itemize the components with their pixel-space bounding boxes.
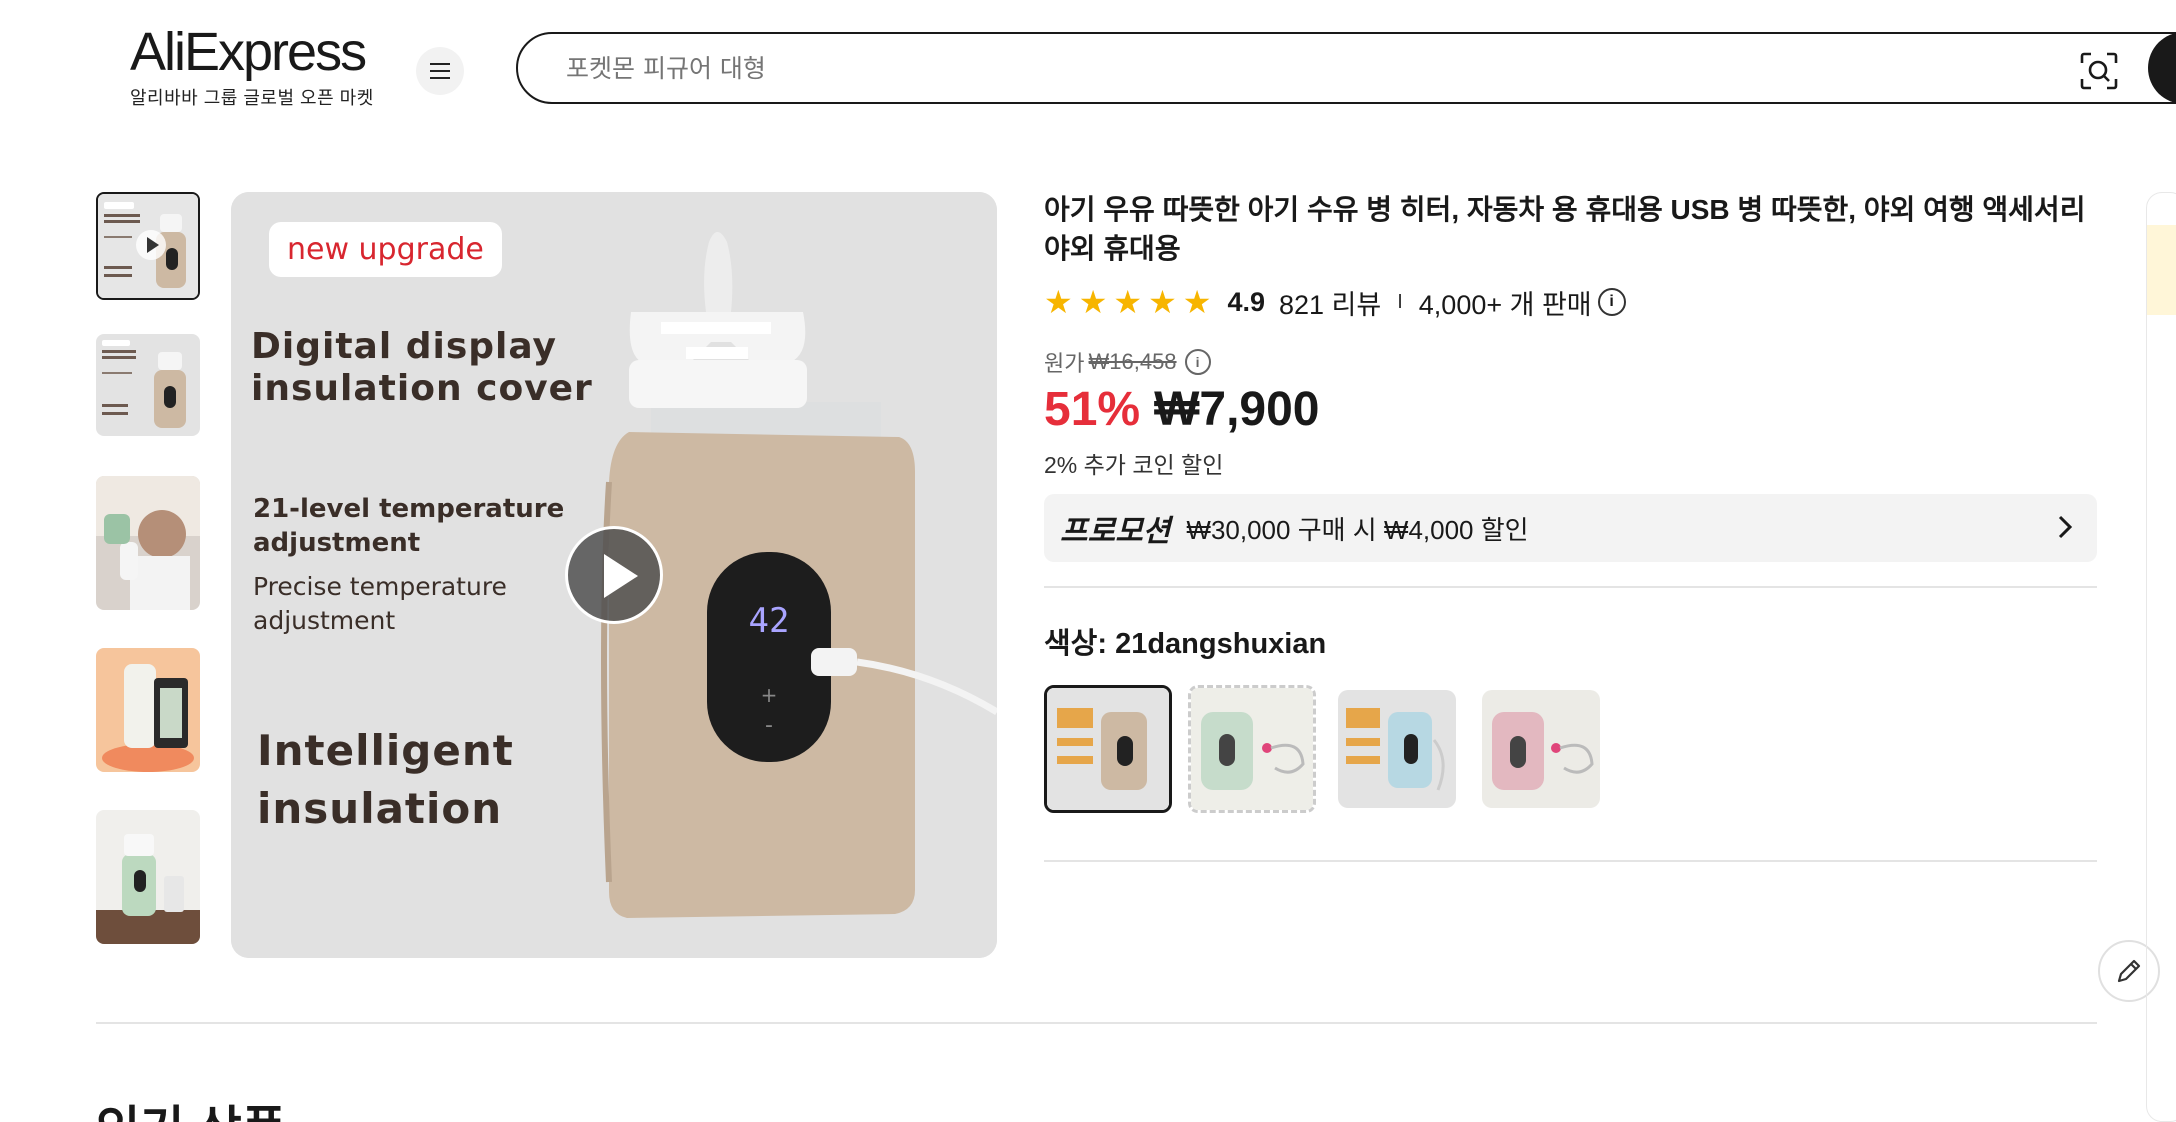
- aliexpress-logo[interactable]: AliExpress 알리바바 그룹 글로벌 오픈 마켓: [130, 22, 374, 110]
- heading-line-1: Digital display: [251, 326, 558, 367]
- section-divider: [96, 1022, 2097, 1024]
- original-price: ₩16,458: [1088, 349, 1177, 374]
- thumbnail-image: [96, 334, 200, 436]
- side-panel-highlight: [2147, 225, 2176, 315]
- rating-row: ★ ★ ★ ★ ★ 4.9 821 리뷰 I 4,000+ 개 판매 i: [1044, 282, 1626, 322]
- star-icon: ★: [1148, 284, 1177, 320]
- side-panel: [2146, 192, 2176, 1122]
- thumbnail-video[interactable]: [96, 192, 200, 300]
- original-price-label: 원가: [1044, 351, 1085, 376]
- rating-score: 4.9: [1227, 286, 1265, 317]
- search-input[interactable]: [566, 48, 1966, 88]
- promotion-banner[interactable]: 프로모션 ₩30,000 구매 시 ₩4,000 할인: [1044, 494, 2097, 562]
- brand-name: AliExpress: [130, 22, 367, 82]
- feature-line-1a: 21-level temperature: [253, 494, 565, 524]
- color-label: 색상: 21dangshuxian: [1044, 628, 1327, 660]
- color-option-image: [1047, 688, 1169, 810]
- hamburger-icon: [430, 63, 450, 65]
- color-option-mint[interactable]: [1188, 685, 1316, 813]
- color-option-image: [1191, 688, 1313, 810]
- star-icon: ★: [1078, 284, 1108, 320]
- thumbnail-3[interactable]: [96, 476, 200, 610]
- review-count-link[interactable]: 821 리뷰: [1279, 283, 1381, 322]
- video-play-icon: [136, 230, 166, 260]
- divider: [1044, 586, 2097, 588]
- star-icon: ★: [1182, 284, 1212, 320]
- thumbnail-image: [96, 810, 200, 944]
- temperature-display: 42: [749, 601, 790, 641]
- svg-text:+: +: [761, 683, 778, 707]
- feature-line-1b: adjustment: [253, 528, 421, 558]
- main-product-image[interactable]: 42 + - new upgrade Digital display insul…: [231, 192, 997, 958]
- menu-button[interactable]: [416, 47, 464, 95]
- price-info-icon[interactable]: i: [1184, 349, 1211, 375]
- color-option-blue[interactable]: [1338, 690, 1456, 808]
- price-row: 51% ₩7,900: [1044, 382, 1320, 437]
- product-title: 아기 우유 따뜻한 아기 수유 병 히터, 자동차 용 휴대용 USB 병 따뜻…: [1044, 194, 2086, 264]
- thumbnail-5[interactable]: [96, 810, 200, 944]
- feature-line-2a: Precise temperature: [253, 572, 507, 601]
- color-option-image: [1338, 690, 1456, 808]
- feature-line-3a: Intelligent: [257, 726, 514, 775]
- new-upgrade-badge: new upgrade: [269, 222, 502, 277]
- image-search-icon[interactable]: [2080, 52, 2118, 90]
- color-option-pink[interactable]: [1482, 690, 1600, 808]
- feature-line-3b: insulation: [257, 784, 503, 833]
- rating-stars: ★ ★ ★ ★ ★: [1044, 286, 1211, 318]
- original-price-row: 원가 ₩16,458 i: [1044, 346, 1211, 378]
- coin-discount: 2% 추가 코인 할인: [1044, 452, 1224, 478]
- divider: [1044, 860, 2097, 862]
- feature-line-2b: adjustment: [253, 606, 396, 635]
- separator: I: [1397, 290, 1403, 313]
- thumbnail-2[interactable]: [96, 334, 200, 436]
- pencil-icon: [2117, 959, 2141, 983]
- search-bar: [516, 32, 2176, 104]
- color-option-21dangshuxian[interactable]: [1044, 685, 1172, 813]
- discount-percent: 51%: [1044, 383, 1141, 436]
- promotion-title: 프로모션: [1060, 515, 1171, 548]
- star-icon: ★: [1044, 284, 1073, 320]
- section-title: 인기 상품: [96, 1106, 286, 1122]
- thumbnail-image: [96, 648, 200, 772]
- brand-tagline: 알리바바 그룹 글로벌 오픈 마켓: [130, 88, 374, 108]
- info-icon[interactable]: i: [1597, 288, 1626, 316]
- chevron-right-icon: [2058, 515, 2073, 539]
- star-icon: ★: [1113, 284, 1143, 320]
- thumbnail-4[interactable]: [96, 648, 200, 772]
- color-option-image: [1482, 690, 1600, 808]
- play-video-button[interactable]: [565, 526, 663, 624]
- thumbnail-image: [96, 476, 200, 610]
- current-price: ₩7,900: [1154, 383, 1320, 436]
- svg-text:-: -: [765, 713, 773, 738]
- sold-count: 4,000+ 개 판매: [1418, 289, 1592, 320]
- heading-line-2: insulation cover: [251, 368, 593, 409]
- promotion-text: ₩30,000 구매 시 ₩4,000 할인: [1186, 514, 1529, 545]
- search-button[interactable]: [2148, 32, 2176, 104]
